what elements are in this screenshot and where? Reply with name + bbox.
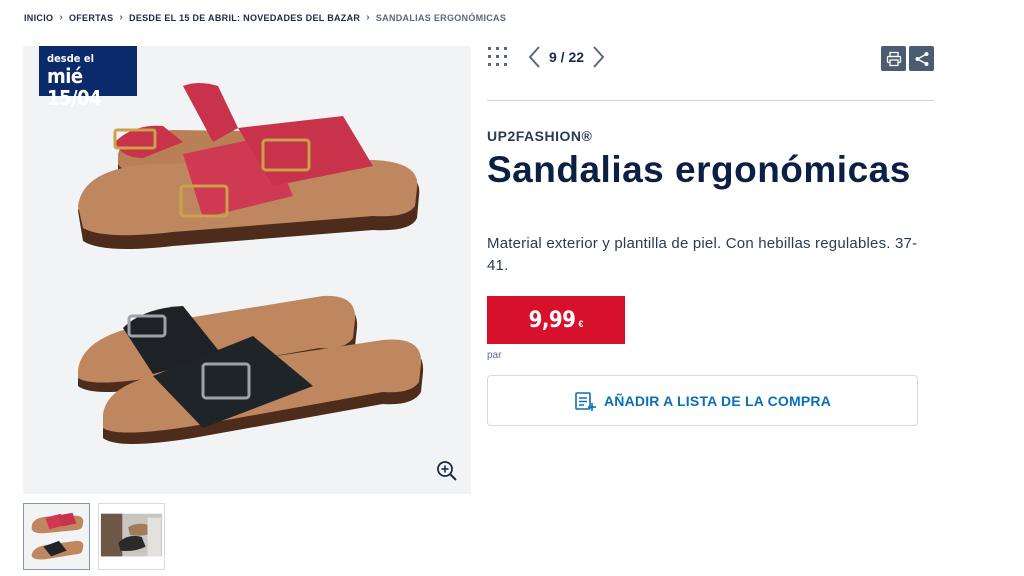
chevron-right-icon[interactable] <box>590 44 606 70</box>
share-button[interactable] <box>909 46 934 71</box>
product-main-image[interactable]: desde el mié 15/04 <box>23 46 471 494</box>
price-value: 9,99 <box>528 307 576 333</box>
date-badge-date: mié 15/04 <box>47 64 102 110</box>
price-currency: € <box>578 319 584 329</box>
thumbnail-1[interactable] <box>23 503 90 570</box>
price-unit: par <box>487 350 502 361</box>
sandals-illustration <box>78 83 424 444</box>
zoom-in-icon[interactable] <box>436 460 458 482</box>
breadcrumb-separator: › <box>119 12 124 23</box>
grid-icon[interactable] <box>487 46 509 68</box>
print-button[interactable] <box>881 46 906 71</box>
breadcrumb-ofertas[interactable]: OFERTAS <box>69 13 113 23</box>
print-icon <box>886 51 901 66</box>
shopping-list-icon <box>575 391 596 411</box>
product-description: Material exterior y plantilla de piel. C… <box>487 235 918 274</box>
thumbnail-sandals-image <box>24 504 89 569</box>
product-brand: UP2FASHION® <box>487 128 593 144</box>
add-to-shopping-list-button[interactable]: AÑADIR A LISTA DE LA COMPRA <box>487 375 918 426</box>
breadcrumb-separator: › <box>59 12 63 23</box>
chevron-left-icon[interactable] <box>527 44 543 70</box>
share-icon <box>915 51 928 66</box>
breadcrumb: INICIO › OFERTAS › DESDE EL 15 DE ABRIL:… <box>24 12 506 23</box>
product-title: Sandalias ergonómicas <box>487 149 911 190</box>
add-to-shopping-list-label: AÑADIR A LISTA DE LA COMPRA <box>603 392 832 409</box>
breadcrumb-current: SANDALIAS ERGONÓMICAS <box>375 12 507 23</box>
thumbnail-2[interactable] <box>98 503 165 570</box>
image-counter: 9 / 22 <box>549 49 585 65</box>
breadcrumb-novedades-bazar[interactable]: DESDE EL 15 DE ABRIL: NOVEDADES DEL BAZA… <box>129 13 360 23</box>
breadcrumb-separator: › <box>366 12 370 23</box>
gallery-navigation: 9 / 22 <box>487 44 606 70</box>
date-badge: desde el mié 15/04 <box>39 46 137 109</box>
price-box: 9,99 € <box>487 296 625 344</box>
thumbnail-lifestyle-image <box>99 504 164 569</box>
breadcrumb-inicio[interactable]: INICIO <box>24 13 53 23</box>
tool-buttons <box>881 46 934 71</box>
divider <box>487 100 934 101</box>
